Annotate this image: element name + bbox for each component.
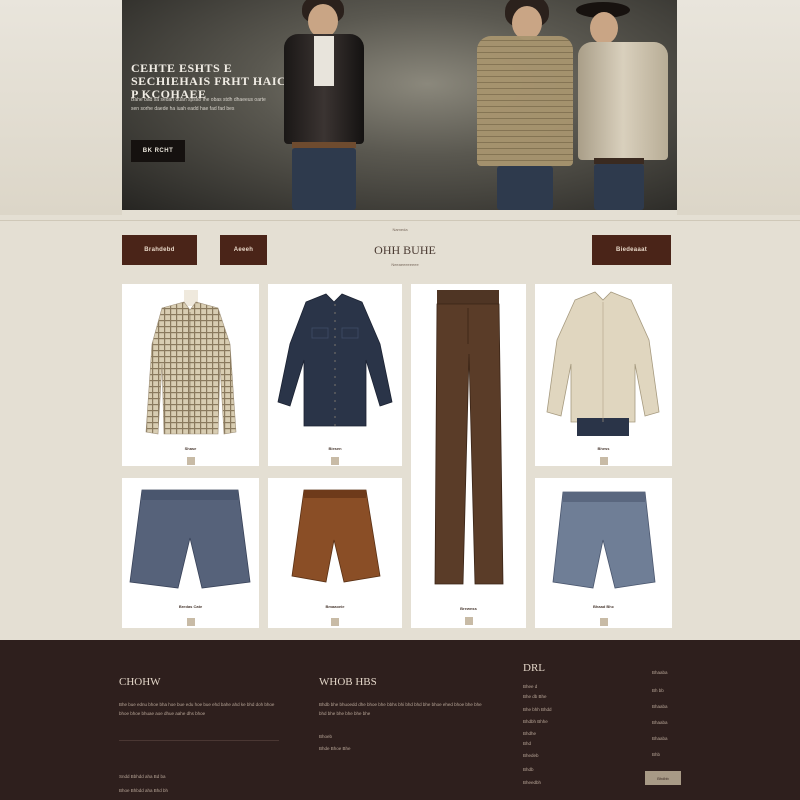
footer-col3-title: DRL — [523, 662, 545, 674]
product-label: Bhaad Bhc — [593, 604, 614, 609]
product-label: Bmaaoeie — [325, 604, 345, 609]
footer-col3-link[interactable]: Bhdbh Bhhe — [523, 717, 548, 726]
model-leather-jacket — [262, 0, 382, 210]
product-label: Bhess — [597, 446, 610, 451]
product-card[interactable]: Biesen — [268, 284, 402, 466]
footer-col3-link[interactable]: Bhe bhh Bhdd — [523, 705, 552, 714]
footer-col3-link[interactable]: Bhd — [523, 739, 531, 748]
hero-cta-button[interactable]: BK RCHT — [131, 140, 185, 162]
footer-col1-title: CHOHW — [119, 676, 161, 688]
product-label: Shase — [184, 446, 197, 451]
subscribe-button[interactable]: Bhdbb — [645, 771, 681, 785]
product-card[interactable]: Bhess — [535, 284, 672, 466]
hero-side-right — [677, 0, 800, 215]
color-swatch[interactable] — [599, 618, 608, 626]
category-button-right[interactable]: Biedeaaat — [592, 235, 671, 265]
color-swatch[interactable] — [464, 617, 473, 625]
footer-col3-value: Bhaaba — [652, 736, 668, 741]
product-card[interactable]: Bmaaoeie — [268, 478, 402, 628]
footer-col3-value: Bhaaba — [652, 670, 668, 675]
product-card[interactable]: Shase — [122, 284, 259, 466]
denim-shirt-image — [277, 293, 393, 427]
hero-banner: CEHTE ESHTS E SECHIEHAIS FRHT HAIC P KCO… — [122, 0, 677, 210]
denim-shorts-image — [129, 489, 251, 589]
hero-side-left — [0, 0, 122, 215]
product-label: Brewnss — [460, 606, 477, 611]
footer-col2-link-2[interactable]: Bhde Bhoe Bhe — [319, 744, 419, 753]
model-cream-shirt — [572, 0, 677, 210]
product-label: Bredas Cate — [178, 604, 203, 609]
footer-col3-value: Bhaaba — [652, 704, 668, 709]
footer-col3-link[interactable]: Bhe db Bhe — [523, 692, 547, 701]
color-swatch[interactable] — [331, 457, 339, 465]
page: CEHTE ESHTS E SECHIEHAIS FRHT HAIC P KCO… — [0, 0, 800, 800]
category-kicker: Nameda — [392, 227, 408, 232]
footer-col2-title: WHOB HBS — [319, 676, 377, 688]
footer-col3-link[interactable]: Bhedeb — [523, 751, 539, 760]
hero-subtitle: Bahe bad sa sedan duan spsao ihe obas st… — [131, 97, 266, 112]
category-button-1[interactable]: Brahdebd — [122, 235, 197, 265]
footer-col3-value: Bhaaba — [652, 720, 668, 725]
product-label: Biesen — [328, 446, 342, 451]
brown-trousers-image — [434, 290, 504, 585]
footer-col3-link[interactable]: Bhdb — [523, 765, 534, 774]
color-swatch[interactable] — [599, 457, 608, 465]
footer-col2-link-1[interactable]: Bhoeb — [319, 732, 419, 741]
product-card[interactable]: Bhaad Bhc — [535, 478, 672, 628]
cream-shirt-image — [546, 291, 660, 436]
product-card-tall[interactable]: Brewnss — [411, 284, 526, 628]
footer-col3-link[interactable]: Bheedbh — [523, 778, 541, 787]
footer-col3-value: Bhb — [652, 752, 661, 757]
footer-col3-link[interactable]: Bhdhe — [523, 729, 536, 738]
plaid-shirt-image — [145, 290, 237, 435]
footer-divider — [119, 740, 279, 741]
leather-shorts-image — [291, 489, 381, 583]
footer-col2-text: Bhdb bhe bhuoedd dhe bhoe bhe bbhs bhi b… — [319, 702, 482, 716]
color-swatch[interactable] — [186, 618, 195, 626]
footer-col3-value: Bh bb — [652, 688, 664, 693]
footer-col1-link-1[interactable]: Sndd Bbhdd aha Bd ba — [119, 772, 279, 781]
product-card[interactable]: Bredas Cate — [122, 478, 259, 628]
footer-col1-text: Bhe bue ednu bhoe bha hoe bue edu hoe bu… — [119, 702, 275, 716]
model-plaid-shirt — [457, 0, 587, 210]
color-swatch[interactable] — [186, 457, 195, 465]
color-swatch[interactable] — [331, 618, 339, 626]
category-button-2[interactable]: Aeeeh — [220, 235, 267, 265]
footer-col3-link[interactable]: Bhee d — [523, 682, 537, 691]
footer-col1-link-2[interactable]: Bhoe Bhbdd aha Bhd bh — [119, 786, 279, 795]
divider — [0, 220, 800, 221]
section-title: OHH BUHE — [374, 243, 436, 257]
denim-shorts-light-image — [552, 491, 656, 589]
section-subtitle: Neeaeeeeeeee — [391, 262, 419, 267]
